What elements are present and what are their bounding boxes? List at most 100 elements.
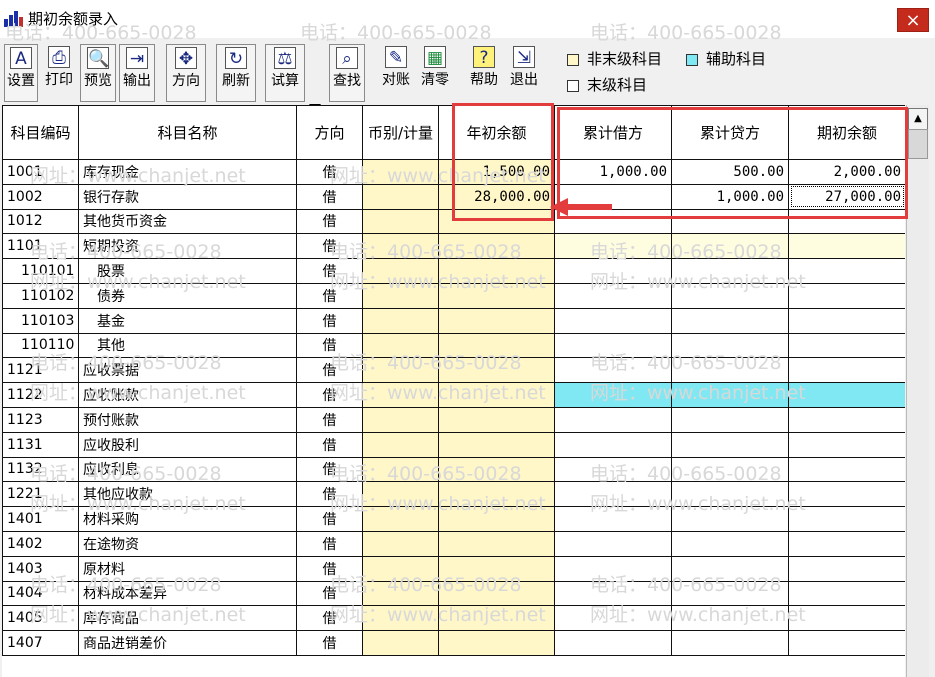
cell-currency[interactable] [362,233,439,260]
cell-credit[interactable] [671,456,789,483]
cell-balance[interactable] [788,406,905,433]
cell-credit[interactable] [671,406,789,433]
table-row[interactable]: 1001 库存现金借 1,500.00 1,000.00 500.00 2,000.00 [2,159,905,185]
table-row[interactable]: 110102 债券借 [2,282,905,309]
cell-balance[interactable] [788,382,905,408]
export-button[interactable]: ⇥ 输出 [119,44,155,102]
table-row[interactable]: 1403 原材料借 [2,555,905,582]
print-button[interactable]: ⎙ 打印 [42,44,76,102]
preview-button[interactable]: 🔍 预览 [80,44,116,102]
cell-balance[interactable] [788,233,905,260]
cell-currency[interactable] [362,208,439,235]
cell-balance[interactable] [788,530,905,557]
setup-button[interactable]: A 设置 [4,44,38,102]
cell-balance[interactable] [788,357,905,384]
cell-credit[interactable] [671,282,789,309]
scroll-up-icon[interactable]: ▲ [908,108,928,130]
cell-credit[interactable] [671,555,789,582]
cell-opening[interactable]: 28,000.00 [438,183,555,210]
col-header-direction[interactable]: 方向 [296,105,363,160]
col-header-debit[interactable]: 累计借方 [554,105,672,160]
cell-debit[interactable] [554,555,672,582]
cell-credit[interactable] [671,605,789,632]
cell-balance[interactable] [788,456,905,483]
cell-credit[interactable] [671,580,789,607]
cell-opening[interactable] [438,630,555,656]
cell-credit[interactable] [671,506,789,532]
cell-opening[interactable] [438,580,555,607]
cell-credit[interactable] [671,307,789,334]
table-row[interactable]: 1122 应收账款借 [2,382,905,408]
vertical-scrollbar[interactable]: ▲ [906,105,929,677]
cell-balance[interactable]: 2,000.00 [788,159,905,185]
direction-button[interactable]: ✥ 方向 [166,44,206,102]
cell-credit[interactable] [671,530,789,557]
cell-debit[interactable] [554,506,672,532]
table-row[interactable]: 1123 预付账款借 [2,406,905,433]
cell-opening[interactable] [438,307,555,334]
cell-credit[interactable]: 1,000.00 [671,183,789,210]
table-row[interactable]: 1012 其他货币资金借 [2,208,905,235]
table-row[interactable]: 110103 基金借 [2,307,905,334]
clear-zero-button[interactable]: ▦ 清零 [417,44,453,102]
cell-debit[interactable]: 1,000.00 [554,159,672,185]
cell-currency[interactable] [362,357,439,384]
cell-opening[interactable] [438,258,555,284]
cell-balance[interactable] [788,332,905,359]
cell-opening[interactable] [438,382,555,408]
cell-balance[interactable] [788,481,905,508]
cell-currency[interactable] [362,282,439,309]
close-button[interactable]: × [897,8,929,32]
table-row[interactable]: 1221 其他应收款借 [2,481,905,508]
cell-currency[interactable] [362,605,439,632]
col-header-credit[interactable]: 累计贷方 [671,105,789,160]
scroll-thumb[interactable] [908,129,928,159]
table-row[interactable]: 1404 材料成本差异借 [2,580,905,607]
cell-opening[interactable] [438,506,555,532]
col-header-balance[interactable]: 期初余额 [788,105,905,160]
refresh-button[interactable]: ↻ 刷新 [216,44,256,102]
cell-debit[interactable] [554,630,672,656]
cell-currency[interactable] [362,183,439,210]
cell-balance[interactable]: 27,000.00 [788,183,905,210]
table-row[interactable]: 1401 材料采购借 [2,506,905,532]
cell-debit[interactable] [554,456,672,483]
cell-currency[interactable] [362,382,439,408]
cell-credit[interactable]: 500.00 [671,159,789,185]
cell-balance[interactable] [788,431,905,458]
cell-currency[interactable] [362,258,439,284]
reconcile-button[interactable]: ✎ 对账 [378,44,414,102]
table-row[interactable]: 1402 在途物资借 [2,530,905,557]
cell-credit[interactable] [671,357,789,384]
table-row[interactable]: 1101 短期投资借 [2,233,905,260]
cell-opening[interactable] [438,282,555,309]
cell-opening[interactable] [438,530,555,557]
cell-debit[interactable] [554,481,672,508]
cell-opening[interactable] [438,233,555,260]
cell-opening[interactable] [438,605,555,632]
trial-balance-button[interactable]: ⚖ 试算 [265,44,305,102]
cell-credit[interactable] [671,431,789,458]
col-header-opening[interactable]: 年初余额 [438,105,555,160]
cell-balance[interactable] [788,580,905,607]
cell-currency[interactable] [362,530,439,557]
cell-balance[interactable] [788,630,905,656]
cell-balance[interactable] [788,282,905,309]
table-row[interactable]: 1132 应收利息借 [2,456,905,483]
cell-credit[interactable] [671,258,789,284]
cell-balance[interactable] [788,555,905,582]
cell-currency[interactable] [362,580,439,607]
cell-currency[interactable] [362,481,439,508]
table-row[interactable]: 110110 其他借 [2,332,905,359]
cell-credit[interactable] [671,382,789,408]
table-row[interactable]: 1131 应收股利借 [2,431,905,458]
exit-button[interactable]: ⇲ 退出 [506,44,542,102]
cell-opening[interactable] [438,406,555,433]
cell-currency[interactable] [362,332,439,359]
cell-opening[interactable] [438,555,555,582]
cell-debit[interactable] [554,382,672,408]
cell-credit[interactable] [671,481,789,508]
cell-opening[interactable] [438,456,555,483]
col-header-code[interactable]: 科目编码 [2,105,79,160]
cell-opening[interactable] [438,357,555,384]
